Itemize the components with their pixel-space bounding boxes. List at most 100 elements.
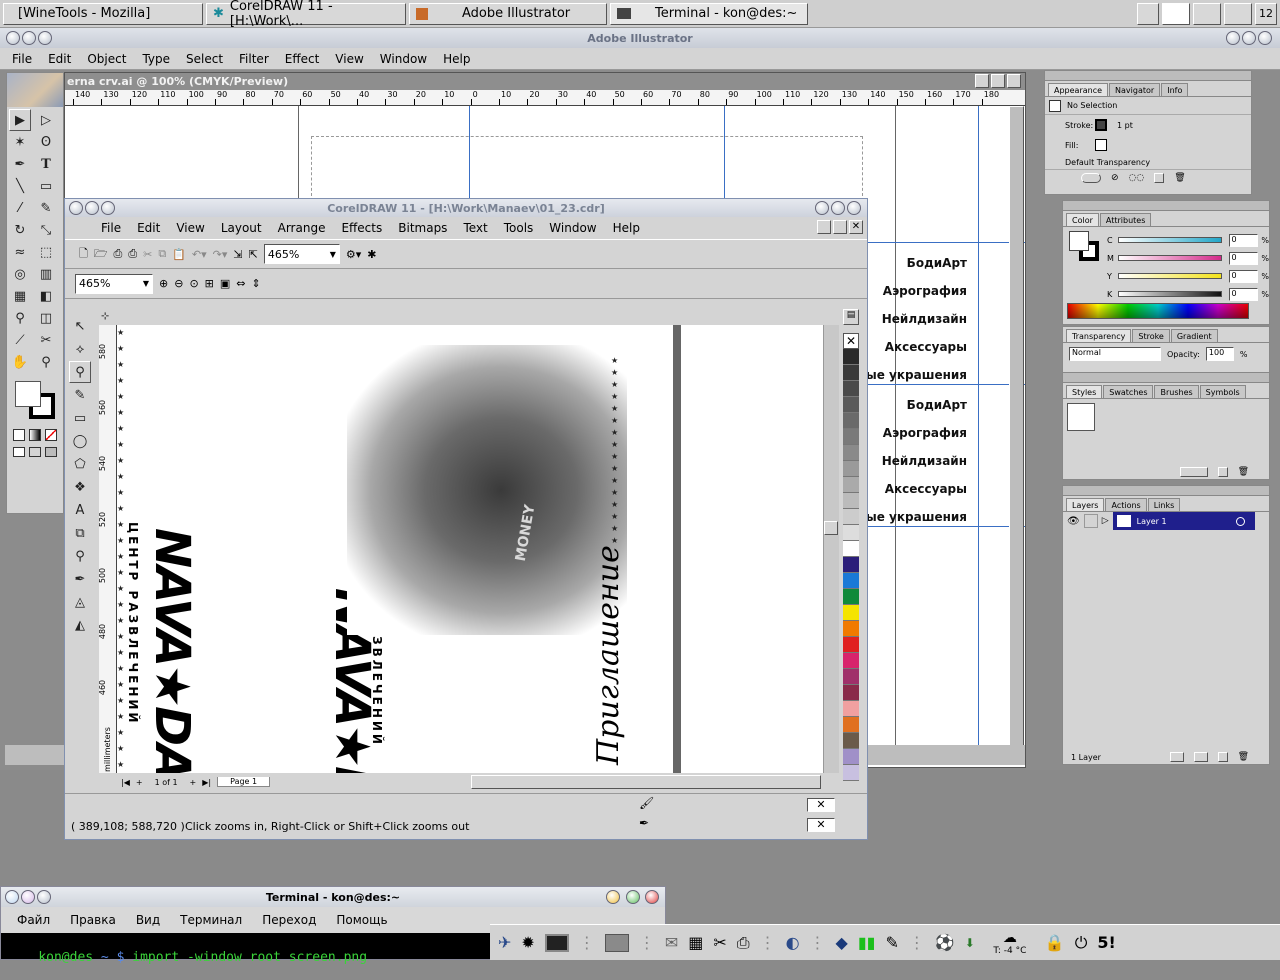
film-icon[interactable]: ▦ <box>688 933 703 952</box>
free-transform-icon[interactable]: ⬚ <box>35 241 57 263</box>
tab-links[interactable]: Links <box>1147 498 1181 511</box>
warp-tool-icon[interactable]: ≈ <box>9 241 31 263</box>
menu-effects[interactable]: Effects <box>333 221 390 235</box>
close-doc-icon[interactable] <box>1007 74 1021 88</box>
tools-icon[interactable]: ✂ <box>713 933 726 952</box>
palette-swatch[interactable] <box>843 749 859 765</box>
default-style-swatch[interactable] <box>1067 403 1095 431</box>
terminal-launcher-icon[interactable] <box>544 933 569 952</box>
corel-drawing-canvas[interactable]: ★ ★ ★ ★ ★ ★ ★ ★ ★ ★ ★ ★ ★ ★ ★ ★ ★ ★ ★ ★ … <box>117 325 839 773</box>
symbol-sprayer-icon[interactable]: ◎ <box>9 263 31 285</box>
pencil-icon[interactable]: ✎ <box>35 197 57 219</box>
menu-effect[interactable]: Effect <box>277 52 328 66</box>
screen-mode-full-menu-icon[interactable] <box>29 447 41 457</box>
rectangle-tool-icon[interactable]: ▭ <box>69 407 91 429</box>
cut-icon[interactable]: ✂ <box>143 248 152 261</box>
task-illustrator[interactable]: Adobe Illustrator <box>409 2 607 25</box>
gradient-tool-icon[interactable]: ◧ <box>35 285 57 307</box>
palette-swatch[interactable] <box>843 605 859 621</box>
menu-help[interactable]: Help <box>435 52 478 66</box>
window-button-icon[interactable] <box>69 201 83 215</box>
palette-swatch[interactable] <box>843 349 859 365</box>
palette-swatch[interactable] <box>843 653 859 669</box>
tab-swatches[interactable]: Swatches <box>1103 385 1154 398</box>
menu-tools[interactable]: Tools <box>496 221 542 235</box>
window-button-icon[interactable] <box>1226 31 1240 45</box>
tab-appearance[interactable]: Appearance <box>1048 83 1109 96</box>
channel-value-input[interactable]: 0 <box>1228 287 1259 301</box>
palette-swatch[interactable] <box>843 445 859 461</box>
palette-swatch[interactable] <box>843 685 859 701</box>
download-arrow-icon[interactable]: ⬇ <box>965 936 975 950</box>
window-button-icon[interactable] <box>22 31 36 45</box>
tab-symbols[interactable]: Symbols <box>1199 385 1246 398</box>
menu-terminal[interactable]: Терминал <box>172 913 250 927</box>
pen-icon[interactable]: ✎ <box>885 933 898 952</box>
menu-view[interactable]: Вид <box>128 913 168 927</box>
undo-icon[interactable]: ↶▾ <box>192 248 207 261</box>
menu-type[interactable]: Type <box>134 52 178 66</box>
copy-icon[interactable]: ⧉ <box>158 247 166 261</box>
task-coreldraw[interactable]: ✱ CorelDRAW 11 - [H:\Work\... <box>206 0 406 29</box>
mesh-tool-icon[interactable]: ▦ <box>9 285 31 307</box>
tab-gradient[interactable]: Gradient <box>1170 329 1218 342</box>
window-button-icon[interactable] <box>815 201 829 215</box>
hand-tool-icon[interactable]: ✋ <box>9 351 31 373</box>
task-terminal[interactable]: Terminal - kon@des:~ <box>610 2 808 25</box>
zoom-page-icon[interactable]: ▣ <box>220 277 230 290</box>
fill-stroke-swatch[interactable] <box>9 379 61 423</box>
channel-slider[interactable] <box>1117 255 1222 261</box>
pick-tool-icon[interactable]: ↖ <box>69 315 91 337</box>
maximize-doc-icon[interactable] <box>991 74 1005 88</box>
pen-tool-icon[interactable]: ✒ <box>9 153 31 175</box>
palette-swatch[interactable] <box>843 477 859 493</box>
window-button-icon[interactable] <box>85 201 99 215</box>
menu-help[interactable]: Помощь <box>328 913 395 927</box>
minimize-icon[interactable] <box>606 890 620 904</box>
maximize-icon[interactable] <box>625 890 640 904</box>
palette-swatch[interactable] <box>843 589 859 605</box>
blend-mode-select[interactable]: Normal <box>1069 347 1161 361</box>
weather-applet[interactable]: ☁ T: -4 °C <box>985 930 1035 956</box>
channel-value-input[interactable]: 0 <box>1228 269 1259 283</box>
color-fill-swatch[interactable] <box>1069 231 1089 251</box>
tab-color[interactable]: Color <box>1066 213 1099 226</box>
palette-swatch[interactable] <box>843 509 859 525</box>
eyedropper-icon[interactable]: ⚲ <box>69 545 91 567</box>
polygon-tool-icon[interactable]: ⬠ <box>69 453 91 475</box>
window-button-icon[interactable] <box>847 201 861 215</box>
window-button-icon[interactable] <box>831 201 845 215</box>
zoom-width-icon[interactable]: ⇔ <box>236 277 245 290</box>
menu-text[interactable]: Text <box>455 221 495 235</box>
outline-tool-icon[interactable]: ✒ <box>69 568 91 590</box>
channel-value-input[interactable]: 0 <box>1228 251 1259 265</box>
fill-swatch-small[interactable] <box>1095 139 1107 151</box>
break-link-icon[interactable] <box>1179 467 1208 477</box>
line-tool-icon[interactable]: ╲ <box>9 175 31 197</box>
duplicate-item-icon[interactable]: ◌◌ <box>1129 173 1145 183</box>
save-icon[interactable]: ⎙ <box>114 247 123 261</box>
tab-navigator[interactable]: Navigator <box>1109 83 1161 96</box>
palette-swatch[interactable] <box>843 493 859 509</box>
mail-icon[interactable]: ✉ <box>665 933 678 952</box>
channel-slider[interactable] <box>1117 291 1222 297</box>
screen-mode-normal-icon[interactable] <box>13 447 25 457</box>
zoom-height-icon[interactable]: ⇕ <box>252 277 261 290</box>
open-icon[interactable]: 🗁 <box>94 245 108 264</box>
reduce-basic-icon[interactable]: ⊘ <box>1111 173 1119 183</box>
tab-stroke[interactable]: Stroke <box>1132 329 1170 342</box>
tab-actions[interactable]: Actions <box>1105 498 1147 511</box>
redo-icon[interactable]: ↷▾ <box>213 248 228 261</box>
zoom-tool-icon[interactable]: ⚲ <box>35 351 57 373</box>
tab-layers[interactable]: Layers <box>1066 498 1105 511</box>
print-icon[interactable]: ⎙ <box>128 247 137 261</box>
palette-swatch[interactable] <box>843 429 859 445</box>
folder-icon[interactable] <box>604 933 629 952</box>
window-button-icon[interactable] <box>38 31 52 45</box>
palette-swatch[interactable] <box>843 461 859 477</box>
trash-icon[interactable]: 🗑 <box>1238 752 1249 762</box>
menu-object[interactable]: Object <box>79 52 134 66</box>
minimize-doc-icon[interactable] <box>975 74 989 88</box>
close-icon[interactable] <box>645 890 659 904</box>
restore-doc-icon[interactable] <box>833 220 847 234</box>
